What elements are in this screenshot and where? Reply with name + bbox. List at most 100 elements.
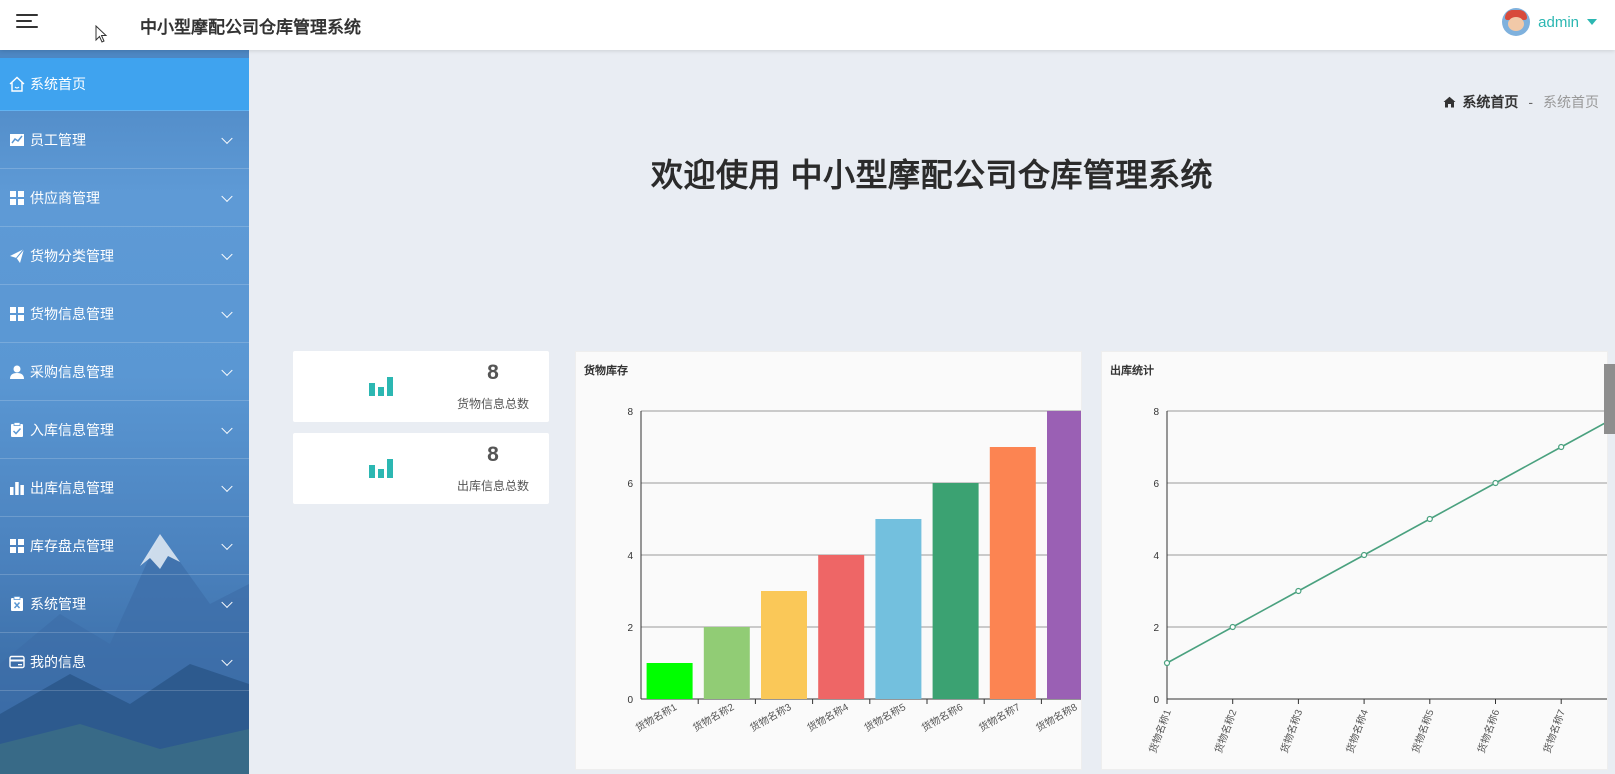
grid-icon bbox=[10, 190, 24, 205]
page-scrollbar[interactable] bbox=[1604, 364, 1615, 434]
y-tick-label: 8 bbox=[1153, 407, 1159, 418]
chevron-down-icon bbox=[221, 364, 233, 376]
y-tick-label: 8 bbox=[627, 407, 633, 418]
app-title: 中小型摩配公司仓库管理系统 bbox=[140, 18, 361, 37]
sidebar-item-label: 货物分类管理 bbox=[30, 247, 114, 264]
sidebar-item-categories[interactable]: 货物分类管理 bbox=[0, 227, 249, 285]
breadcrumb: 系统首页 - 系统首页 bbox=[1443, 92, 1599, 112]
sidebar-item-label: 我的信息 bbox=[30, 653, 86, 670]
x-tick-label: 货物名称6 bbox=[919, 700, 965, 734]
sidebar: 系统首页 员工管理 供应商管理 货物分类管理 货物信息管理 采购信息管理 入库信… bbox=[0, 50, 249, 774]
sidebar-item-inbound[interactable]: 入库信息管理 bbox=[0, 401, 249, 459]
line-point bbox=[1295, 587, 1302, 595]
sidebar-item-system[interactable]: 系统管理 bbox=[0, 575, 249, 633]
breadcrumb-current: 系统首页 bbox=[1543, 94, 1599, 110]
sidebar-menu: 系统首页 员工管理 供应商管理 货物分类管理 货物信息管理 采购信息管理 入库信… bbox=[0, 58, 249, 691]
x-tick-label: 货物名称5 bbox=[1409, 707, 1437, 755]
sidebar-item-label: 货物信息管理 bbox=[30, 305, 114, 322]
x-tick-label: 货物名称5 bbox=[862, 700, 908, 734]
sidebar-item-home[interactable]: 系统首页 bbox=[0, 58, 249, 111]
breadcrumb-separator: - bbox=[1528, 94, 1533, 110]
x-tick-label: 货物名称2 bbox=[690, 700, 736, 734]
stat-card-outbound: 8 出库信息总数 bbox=[293, 433, 549, 504]
chevron-down-icon bbox=[221, 538, 233, 550]
bar bbox=[703, 627, 750, 699]
chevron-down-icon bbox=[221, 422, 233, 434]
bar-chart: 0 2 4 6 8 货物名称1 货物名称2 货物名称3 货物名称4 货物名称5 货物名称6 货物名称7… bbox=[627, 407, 1081, 734]
x-tick-label: 货物名称4 bbox=[805, 700, 851, 734]
line-point bbox=[1163, 659, 1171, 667]
sidebar-item-label: 库存盘点管理 bbox=[30, 537, 114, 554]
clipboard-x-icon bbox=[11, 595, 23, 611]
x-tick-label: 货物名称8 bbox=[1034, 700, 1080, 734]
x-tick-label: 货物名称3 bbox=[1277, 707, 1305, 755]
line-point bbox=[1426, 515, 1433, 523]
chevron-down-icon bbox=[221, 654, 233, 666]
x-tick-label: 货物名称7 bbox=[976, 700, 1022, 734]
chart-card-outbound: 出库统计 0 2 4 6 8 货物名称1 货物名称2 货物名称3 货物名称4 货物名称5 货物名称6… bbox=[1101, 351, 1608, 770]
chevron-down-icon bbox=[221, 190, 233, 202]
menu-toggle-icon[interactable] bbox=[16, 10, 40, 34]
bar-chart-icon bbox=[369, 459, 393, 478]
chevron-down-icon bbox=[221, 596, 233, 608]
y-tick-label: 6 bbox=[627, 479, 633, 490]
line-point bbox=[1229, 623, 1236, 631]
chevron-down-icon bbox=[221, 306, 233, 318]
y-tick-label: 4 bbox=[627, 551, 633, 562]
chevron-down-icon bbox=[221, 480, 233, 492]
sidebar-item-profile[interactable]: 我的信息 bbox=[0, 633, 249, 691]
x-tick-label: 货物名称6 bbox=[1475, 707, 1503, 755]
y-tick-label: 2 bbox=[1153, 623, 1159, 634]
sidebar-item-label: 入库信息管理 bbox=[30, 421, 114, 438]
stat-label: 出库信息总数 bbox=[456, 479, 529, 493]
y-tick-label: 4 bbox=[1153, 551, 1159, 562]
avatar[interactable] bbox=[1502, 8, 1531, 36]
line-point bbox=[1492, 479, 1499, 487]
bar bbox=[932, 483, 979, 699]
x-tick-label: 货物名称8 bbox=[1606, 707, 1608, 755]
sidebar-item-label: 出库信息管理 bbox=[30, 479, 114, 496]
y-tick-label: 2 bbox=[627, 623, 633, 634]
welcome-heading: 欢迎使用 中小型摩配公司仓库管理系统 bbox=[651, 157, 1213, 193]
line-chart: 0 2 4 6 8 货物名称1 货物名称2 货物名称3 货物名称4 货物名称5 货物名称6 货物名称7… bbox=[1146, 407, 1608, 755]
bar bbox=[761, 591, 807, 699]
sidebar-item-inventory[interactable]: 库存盘点管理 bbox=[0, 517, 249, 575]
sidebar-item-label: 采购信息管理 bbox=[30, 363, 114, 380]
username[interactable]: admin bbox=[1538, 14, 1579, 31]
paper-plane-icon bbox=[10, 248, 25, 263]
y-tick-label: 0 bbox=[627, 695, 633, 706]
x-tick-label: 货物名称2 bbox=[1212, 707, 1240, 755]
stat-value: 8 bbox=[487, 361, 499, 384]
user-icon bbox=[10, 365, 24, 379]
bar bbox=[875, 519, 922, 699]
sidebar-item-purchase[interactable]: 采购信息管理 bbox=[0, 343, 249, 401]
breadcrumb-home-link[interactable]: 系统首页 bbox=[1462, 92, 1518, 112]
y-tick-label: 0 bbox=[1153, 695, 1159, 706]
chart-line-icon bbox=[10, 133, 24, 146]
caret-down-icon[interactable] bbox=[1587, 19, 1597, 25]
sidebar-item-goods[interactable]: 货物信息管理 bbox=[0, 285, 249, 343]
grid-icon bbox=[10, 538, 24, 553]
bar bbox=[989, 447, 1036, 699]
bar-chart-icon bbox=[10, 481, 24, 495]
sidebar-item-label: 员工管理 bbox=[30, 131, 86, 148]
x-tick-label: 货物名称1 bbox=[1146, 707, 1174, 755]
sidebar-item-employees[interactable]: 员工管理 bbox=[0, 111, 249, 169]
stat-card-goods: 8 货物信息总数 bbox=[293, 351, 549, 422]
user-menu[interactable]: admin bbox=[1502, 8, 1597, 36]
x-tick-label: 货物名称7 bbox=[1540, 707, 1568, 755]
sidebar-item-suppliers[interactable]: 供应商管理 bbox=[0, 169, 249, 227]
bar bbox=[1047, 411, 1081, 699]
sidebar-item-outbound[interactable]: 出库信息管理 bbox=[0, 459, 249, 517]
stat-value: 8 bbox=[487, 443, 499, 466]
home-icon bbox=[1443, 96, 1456, 108]
bar-chart-icon bbox=[369, 377, 393, 396]
y-tick-label: 6 bbox=[1153, 479, 1159, 490]
sidebar-item-label: 系统首页 bbox=[30, 76, 86, 92]
top-header: 中小型摩配公司仓库管理系统 admin bbox=[0, 0, 1615, 50]
sidebar-item-label: 供应商管理 bbox=[30, 189, 100, 206]
x-tick-label: 货物名称3 bbox=[748, 700, 794, 734]
sidebar-item-label: 系统管理 bbox=[30, 595, 86, 612]
line-point bbox=[1361, 551, 1368, 559]
line-point bbox=[1558, 443, 1565, 451]
